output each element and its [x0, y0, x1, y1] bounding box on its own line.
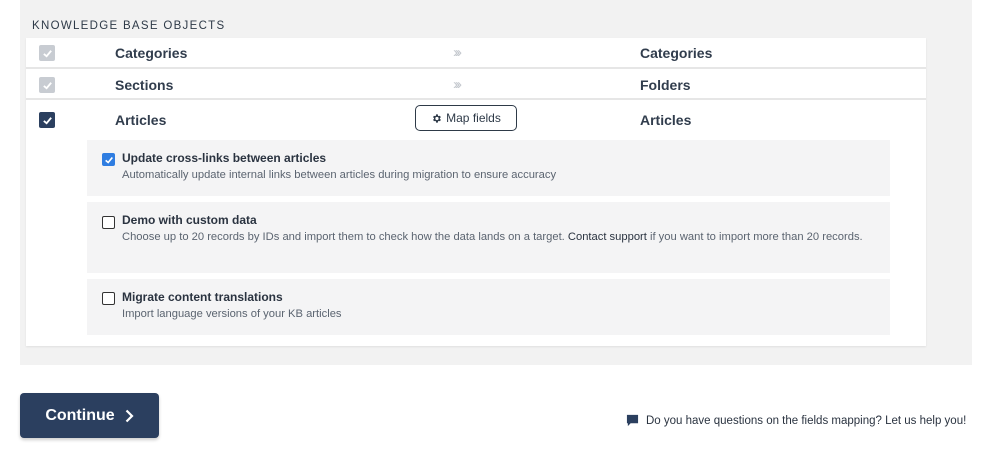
mapping-arrows-icon: ››› — [453, 44, 462, 61]
help-text: Do you have questions on the fields mapp… — [646, 414, 967, 427]
chevron-right-icon — [125, 409, 134, 422]
section-title: KNOWLEDGE BASE OBJECTS — [32, 20, 226, 32]
contact-support-link[interactable]: Contact support — [568, 231, 647, 243]
option-update-cross-links: Update cross-links between articles Auto… — [87, 140, 890, 196]
demo-custom-data-checkbox[interactable] — [102, 216, 115, 229]
check-icon — [104, 156, 113, 164]
migrate-translations-checkbox[interactable] — [102, 292, 115, 305]
option-demo-custom-data: Demo with custom data Choose up to 20 re… — [87, 202, 890, 273]
option-description: Import language versions of your KB arti… — [122, 308, 342, 320]
check-icon — [42, 81, 52, 90]
map-fields-button[interactable]: Map fields — [415, 105, 517, 131]
categories-checkbox — [39, 45, 55, 61]
objects-card: Categories ››› Categories Sections ››› F… — [26, 38, 926, 346]
option-migrate-translations: Migrate content translations Import lang… — [87, 279, 890, 335]
option-description: Choose up to 20 records by IDs and impor… — [122, 229, 882, 245]
object-row-sections: Sections ››› Folders — [26, 69, 926, 100]
update-cross-links-checkbox[interactable] — [102, 153, 115, 166]
option-title: Update cross-links between articles — [122, 151, 327, 165]
option-description: Automatically update internal links betw… — [122, 169, 557, 181]
sections-checkbox — [39, 77, 55, 93]
check-icon — [42, 116, 52, 125]
option-title: Demo with custom data — [122, 213, 257, 227]
continue-button[interactable]: Continue — [20, 393, 159, 438]
help-link[interactable]: Do you have questions on the fields mapp… — [626, 414, 966, 427]
source-object-label: Sections — [115, 77, 174, 93]
target-object-label: Categories — [640, 45, 713, 61]
continue-label: Continue — [45, 406, 115, 424]
description-text: Choose up to 20 records by IDs and impor… — [122, 231, 568, 243]
mapping-arrows-icon: ››› — [453, 76, 462, 93]
articles-checkbox[interactable] — [39, 112, 55, 128]
target-object-label: Folders — [640, 77, 691, 93]
check-icon — [42, 49, 52, 58]
chat-bubble-icon — [626, 414, 639, 427]
object-row-articles: Articles Map fields Articles — [26, 100, 926, 140]
object-row-categories: Categories ››› Categories — [26, 38, 926, 69]
option-title: Migrate content translations — [122, 290, 283, 304]
target-object-label: Articles — [640, 112, 692, 128]
gear-icon — [433, 113, 442, 123]
source-object-label: Categories — [115, 45, 188, 61]
map-fields-label: Map fields — [446, 111, 501, 125]
description-text: if you want to import more than 20 recor… — [646, 231, 863, 243]
source-object-label: Articles — [115, 112, 167, 128]
